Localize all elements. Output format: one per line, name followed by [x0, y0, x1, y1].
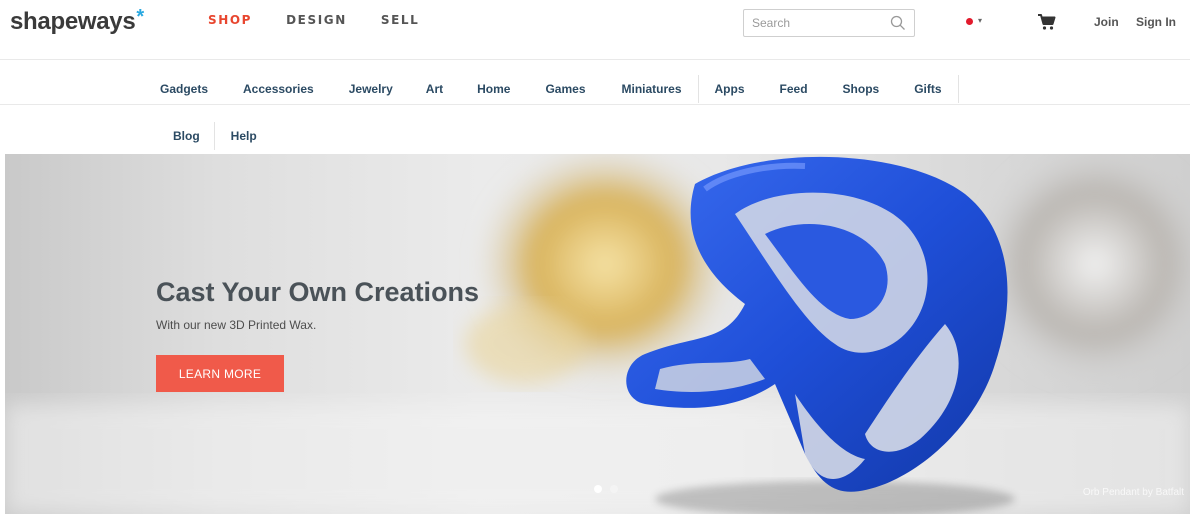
category-jewelry[interactable]: Jewelry — [349, 82, 393, 96]
logo-star-icon: * — [136, 6, 144, 28]
sub-nav: Blog Help — [0, 106, 1190, 154]
divider — [697, 75, 699, 103]
hero-title: Cast Your Own Creations — [156, 277, 480, 307]
learn-more-button[interactable]: LEARN MORE — [156, 355, 284, 392]
nav-design[interactable]: DESIGN — [286, 13, 347, 27]
logo-text: shapeways — [10, 8, 136, 35]
search-icon[interactable] — [890, 15, 906, 31]
carousel-dot[interactable] — [594, 485, 602, 493]
main-nav: SHOP DESIGN SELL — [208, 13, 453, 27]
hero-banner: Cast Your Own Creations With our new 3D … — [5, 154, 1190, 514]
logo[interactable]: shapeways* — [10, 6, 144, 36]
category-miniatures[interactable]: Miniatures — [622, 82, 682, 96]
category-art[interactable]: Art — [426, 82, 443, 96]
flag-icon[interactable]: ▾ — [964, 16, 986, 28]
category-nav: Gadgets Accessories Jewelry Art Home Gam… — [0, 61, 1190, 105]
category-home[interactable]: Home — [477, 82, 510, 96]
divider — [957, 75, 959, 103]
category-games[interactable]: Games — [545, 82, 585, 96]
flag-dot — [966, 18, 973, 25]
category-gifts[interactable]: Gifts — [914, 82, 941, 96]
sign-in-link[interactable]: Sign In — [1136, 15, 1176, 29]
divider — [213, 122, 215, 150]
category-apps[interactable]: Apps — [715, 82, 745, 96]
carousel-dots — [594, 485, 618, 493]
category-gadgets[interactable]: Gadgets — [160, 82, 208, 96]
category-feed[interactable]: Feed — [780, 82, 808, 96]
category-shops[interactable]: Shops — [843, 82, 880, 96]
search-input[interactable] — [744, 10, 884, 36]
carousel-dot[interactable] — [610, 485, 618, 493]
hero-subtitle: With our new 3D Printed Wax. — [156, 318, 317, 332]
chevron-down-icon: ▾ — [978, 16, 983, 25]
nav-sell[interactable]: SELL — [381, 13, 420, 27]
category-accessories[interactable]: Accessories — [243, 82, 314, 96]
subnav-blog[interactable]: Blog — [173, 129, 200, 143]
nav-shop[interactable]: SHOP — [208, 13, 252, 27]
image-credit: Orb Pendant by Batfalt — [1082, 487, 1184, 498]
search-box — [743, 9, 915, 37]
hero-image — [5, 154, 1190, 514]
subnav-help[interactable]: Help — [231, 129, 257, 143]
cart-icon[interactable] — [1037, 13, 1057, 31]
top-header: shapeways* SHOP DESIGN SELL ▾ Join Sign … — [0, 0, 1190, 60]
join-link[interactable]: Join — [1094, 15, 1119, 29]
